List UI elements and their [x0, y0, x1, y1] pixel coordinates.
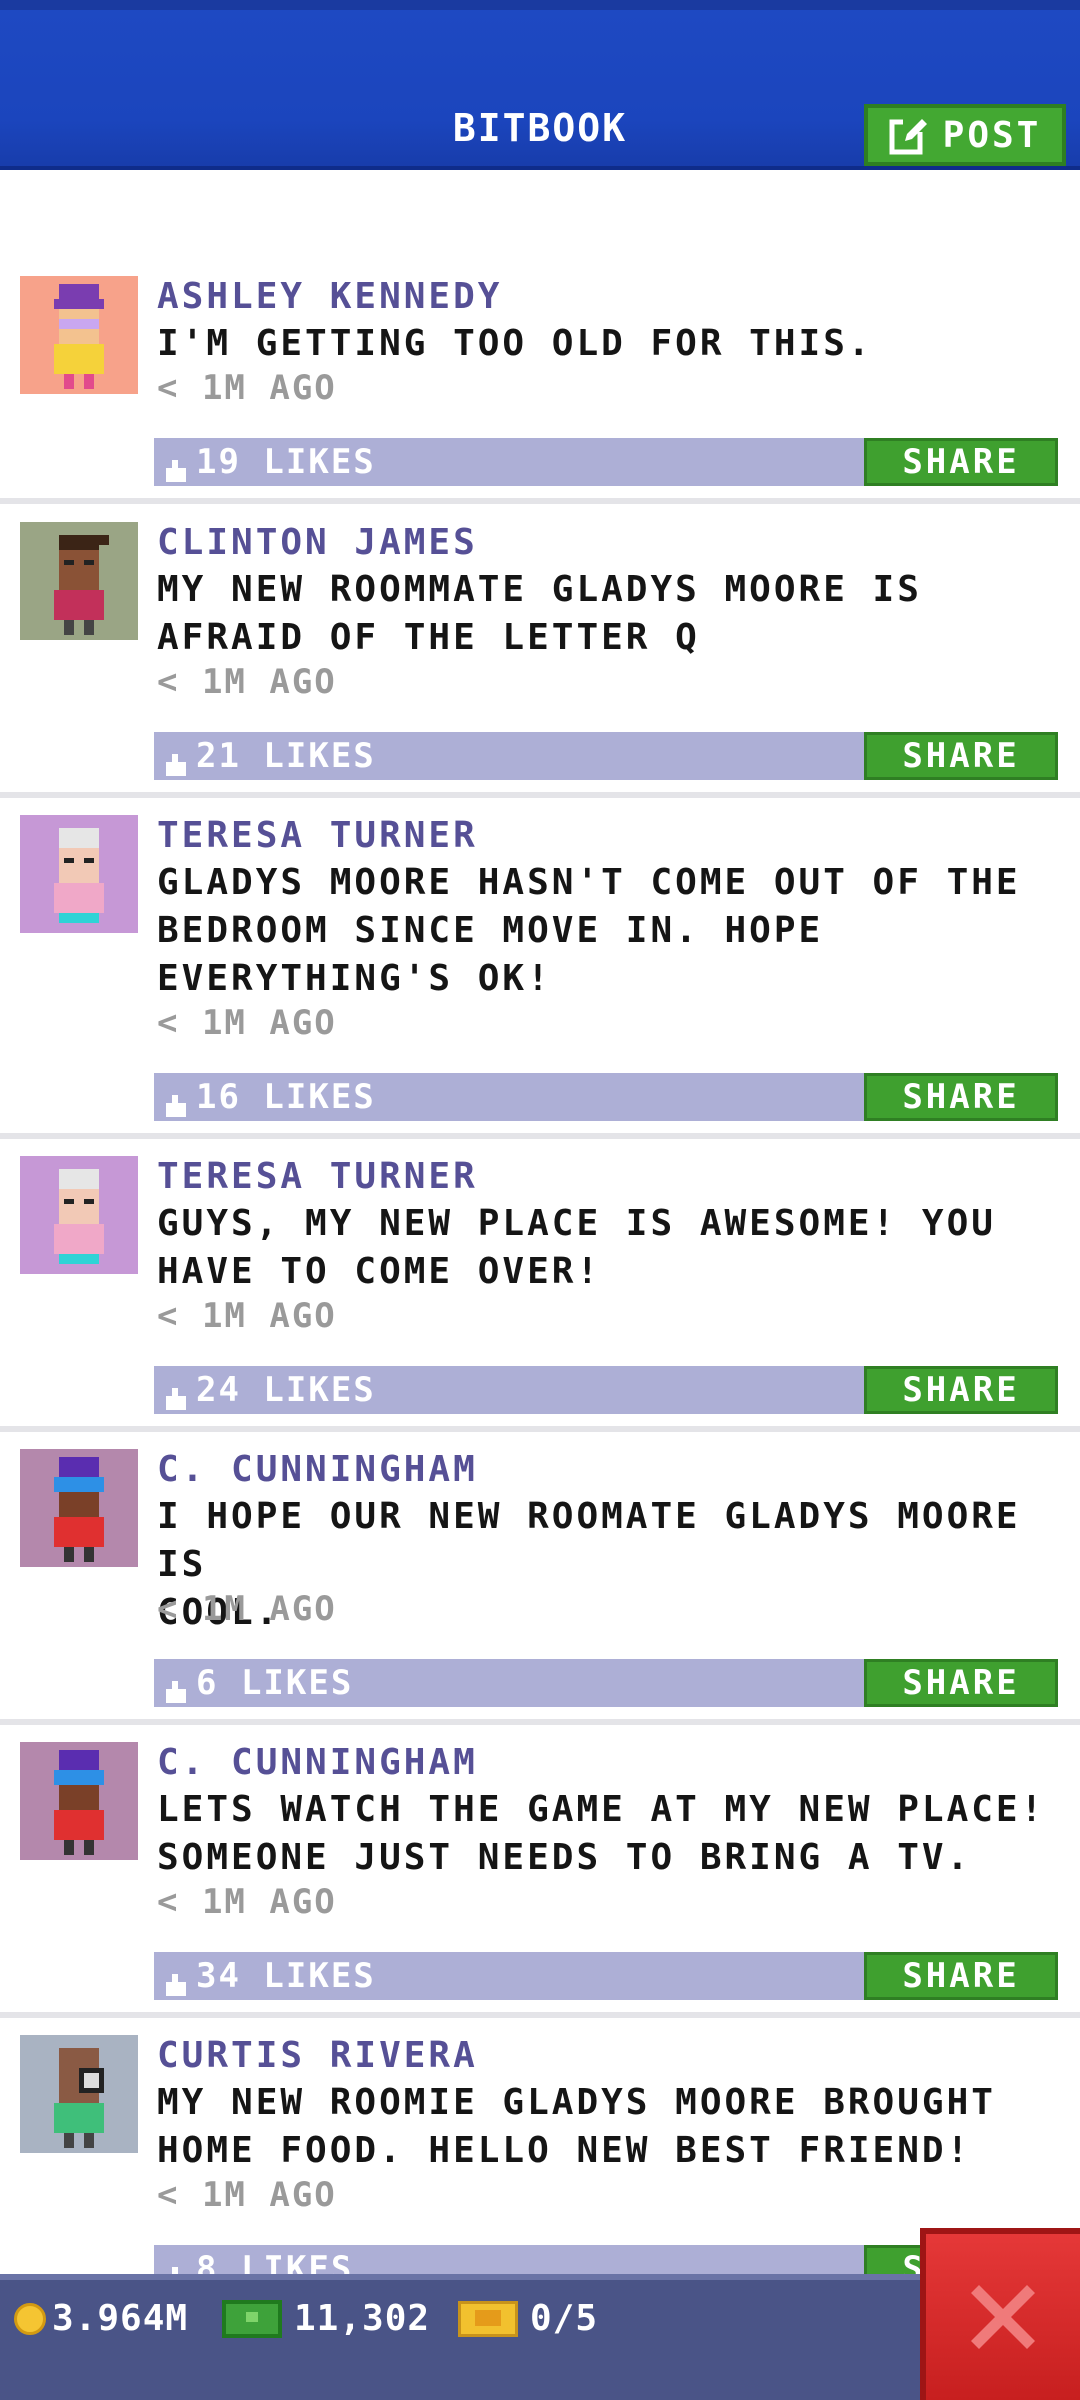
share-button[interactable]: SHARE — [864, 1073, 1058, 1121]
post-divider — [0, 498, 1080, 504]
compose-icon — [889, 118, 927, 155]
post-author[interactable]: TERESA TURNER — [157, 1156, 478, 1197]
avatar[interactable] — [20, 522, 138, 640]
post-divider — [0, 1426, 1080, 1432]
post-author[interactable]: TERESA TURNER — [157, 815, 478, 856]
likes-count: 19 LIKES — [196, 442, 376, 482]
likes-bar[interactable]: 8 LIKES — [154, 2245, 866, 2274]
post-button-label: POST — [942, 114, 1042, 156]
post-text: GUYS, MY NEW PLACE IS AWESOME! YOU HAVE … — [157, 1203, 996, 1292]
feed-list[interactable]: ASHLEY KENNEDY I'M GETTING TOO OLD FOR T… — [0, 170, 1080, 2274]
post-time: < 1M AGO — [157, 1882, 337, 1922]
post-text: MY NEW ROOMIE GLADYS MOORE BROUGHT HOME … — [157, 2082, 996, 2171]
likes-count: 21 LIKES — [196, 736, 376, 776]
close-button[interactable] — [920, 2228, 1080, 2400]
post-divider — [0, 792, 1080, 798]
share-button[interactable]: SHARE — [864, 1659, 1058, 1707]
ticket-icon — [458, 2300, 518, 2337]
like-icon — [164, 1086, 188, 1117]
likes-bar[interactable]: 16 LIKES — [154, 1073, 866, 1121]
bux-display: 11,302 — [222, 2298, 430, 2339]
like-icon — [164, 451, 188, 482]
post-text: GLADYS MOORE HASN'T COME OUT OF THE BEDR… — [157, 862, 1021, 999]
like-icon — [164, 1672, 188, 1703]
likes-count: 8 LIKES — [196, 2249, 354, 2274]
likes-bar[interactable]: 24 LIKES — [154, 1366, 866, 1414]
post-text: LETS WATCH THE GAME AT MY NEW PLACE! SOM… — [157, 1789, 1046, 1878]
status-bar: 3.964M 11,302 0/5 — [0, 2274, 1080, 2400]
avatar[interactable] — [20, 1449, 138, 1567]
like-icon — [164, 2258, 188, 2274]
post-time: < 1M AGO — [157, 368, 337, 408]
bux-icon — [222, 2299, 282, 2338]
avatar[interactable] — [20, 1742, 138, 1860]
post-button[interactable]: POST — [864, 104, 1066, 166]
like-icon — [164, 1379, 188, 1410]
post-text: MY NEW ROOMMATE GLADYS MOORE IS AFRAID O… — [157, 569, 922, 658]
post-time: < 1M AGO — [157, 662, 337, 702]
coin-icon — [14, 2302, 46, 2335]
post-time: < 1M AGO — [157, 1589, 337, 1629]
share-button[interactable]: SHARE — [864, 1366, 1058, 1414]
likes-count: 24 LIKES — [196, 1370, 376, 1410]
post-author[interactable]: CURTIS RIVERA — [157, 2035, 478, 2076]
coins-display: 3.964M — [14, 2298, 188, 2339]
post-divider — [0, 1719, 1080, 1725]
likes-bar[interactable]: 21 LIKES — [154, 732, 866, 780]
tickets-value: 0/5 — [530, 2298, 599, 2339]
like-icon — [164, 745, 188, 776]
post-text: I'M GETTING TOO OLD FOR THIS. — [157, 323, 873, 364]
share-button[interactable]: SHARE — [864, 1952, 1058, 2000]
likes-count: 6 LIKES — [196, 1663, 354, 1703]
post-divider — [0, 2012, 1080, 2018]
tickets-display: 0/5 — [458, 2298, 598, 2339]
like-icon — [164, 1965, 188, 1996]
post-time: < 1M AGO — [157, 2175, 337, 2215]
post-author[interactable]: CLINTON JAMES — [157, 522, 478, 563]
post-author[interactable]: ASHLEY KENNEDY — [157, 276, 502, 317]
post-time: < 1M AGO — [157, 1003, 337, 1043]
post-time: < 1M AGO — [157, 1296, 337, 1336]
likes-bar[interactable]: 34 LIKES — [154, 1952, 866, 2000]
likes-count: 16 LIKES — [196, 1077, 376, 1117]
post-divider — [0, 1133, 1080, 1139]
avatar[interactable] — [20, 1156, 138, 1274]
avatar[interactable] — [20, 815, 138, 933]
post-author[interactable]: C. CUNNINGHAM — [157, 1742, 478, 1783]
likes-bar[interactable]: 6 LIKES — [154, 1659, 866, 1707]
avatar[interactable] — [20, 2035, 138, 2153]
close-icon — [971, 2285, 1035, 2349]
likes-bar[interactable]: 19 LIKES — [154, 438, 866, 486]
post-author[interactable]: C. CUNNINGHAM — [157, 1449, 478, 1490]
app-header: BITBOOK POST — [0, 0, 1080, 170]
bux-value: 11,302 — [294, 2298, 431, 2339]
share-button[interactable]: SHARE — [864, 438, 1058, 486]
avatar[interactable] — [20, 276, 138, 394]
share-button[interactable]: SHARE — [864, 732, 1058, 780]
likes-count: 34 LIKES — [196, 1956, 376, 1996]
coins-value: 3.964M — [52, 2298, 189, 2339]
